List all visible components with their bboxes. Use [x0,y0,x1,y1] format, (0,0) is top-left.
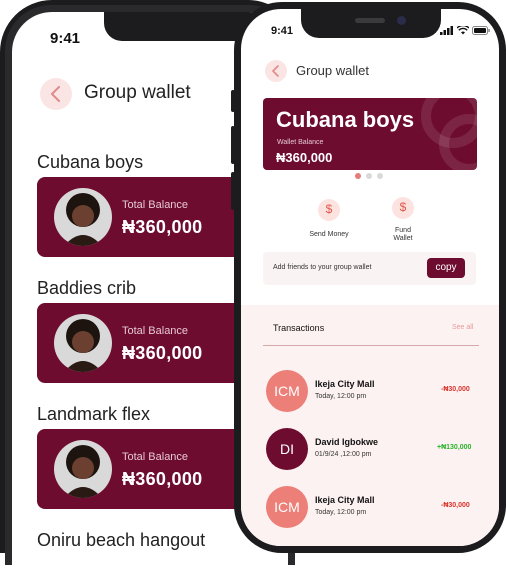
transaction-amount: +₦130,000 [437,444,472,451]
avatar [54,440,112,498]
balance-label: Total Balance [122,451,189,463]
copy-button[interactable]: copy [427,258,465,278]
group-name: Baddies crib [37,278,137,298]
transaction-avatar: DI [266,428,308,470]
transaction-name: Ikeja City Mall [315,379,375,389]
back-button[interactable] [265,60,287,82]
transactions-panel: Transactions See all ICM Ikeja City Mall… [241,305,499,546]
front-phone-screen: 9:41 Group wallet Cubana boys Wallet Bal… [241,9,499,546]
transaction-name: David Igbokwe [315,437,379,447]
avatar [54,314,112,372]
page-title: Group wallet [84,82,191,103]
back-phone-notch [104,12,254,41]
page-title: Group wallet [296,63,369,78]
fund-wallet-button[interactable]: $ Fund Wallet [381,197,425,247]
fund-wallet-icon: $ [392,197,414,219]
group-name: Cubana boys [37,152,144,172]
carousel-dot-active[interactable] [355,173,361,179]
transaction-amount: -₦30,000 [441,502,470,509]
transaction-row[interactable]: ICM Ikeja City Mall Today, 12:00 pm -₦30… [241,483,499,531]
transaction-avatar: ICM [266,486,308,528]
transaction-avatar: ICM [266,370,308,412]
balance-amount: ₦360,000 [122,469,203,489]
transaction-date: Today, 12:00 pm [315,393,367,400]
carousel-dot[interactable] [377,173,383,179]
speaker [355,18,385,23]
transaction-name: Ikeja City Mall [315,495,375,505]
chevron-left-icon [272,65,279,77]
status-time: 9:41 [50,30,81,47]
wifi-icon [457,26,469,35]
back-button[interactable] [40,78,72,110]
avatar [54,188,112,246]
chevron-left-icon [51,86,60,102]
status-time: 9:41 [271,25,294,37]
phone-side-button [231,126,235,164]
divider [263,345,479,346]
group-name: Oniru beach hangout [37,530,206,550]
transaction-row[interactable]: DI David Igbokwe 01/9/24 ,12:00 pm +₦130… [241,425,499,473]
group-name: Landmark flex [37,404,151,424]
balance-label: Total Balance [122,199,189,211]
phone-side-button [231,172,235,210]
transaction-amount: -₦30,000 [441,386,470,393]
send-money-icon: $ [318,199,340,221]
balance-amount: ₦360,000 [122,343,203,363]
send-money-label: Send Money [309,231,349,238]
transaction-row[interactable]: ICM Ikeja City Mall Today, 12:00 pm -₦30… [241,367,499,415]
transaction-date: 01/9/24 ,12:00 pm [315,451,372,458]
add-friends-text: Add friends to your group wallet [273,264,372,271]
carousel-dot[interactable] [366,173,372,179]
send-money-button[interactable]: $ Send Money [289,199,369,247]
balance-label: Total Balance [122,325,189,337]
signal-icon [440,26,453,35]
see-all-link[interactable]: See all [452,324,473,331]
wallet-card: Cubana boys Wallet Balance ₦360,000 [263,98,477,170]
wallet-name: Cubana boys [276,107,415,132]
camera [397,16,406,25]
phone-side-button [231,90,235,112]
battery-icon [472,26,490,35]
balance-amount: ₦360,000 [122,217,203,237]
wallet-balance-amount: ₦360,000 [276,150,333,165]
fund-wallet-label: Fund Wallet [393,227,413,242]
add-friends-row: Add friends to your group wallet copy [263,252,476,285]
front-phone-notch [301,9,441,38]
wallet-balance-label: Wallet Balance [277,139,324,146]
transaction-date: Today, 12:00 pm [315,509,367,516]
transactions-title: Transactions [273,323,325,333]
